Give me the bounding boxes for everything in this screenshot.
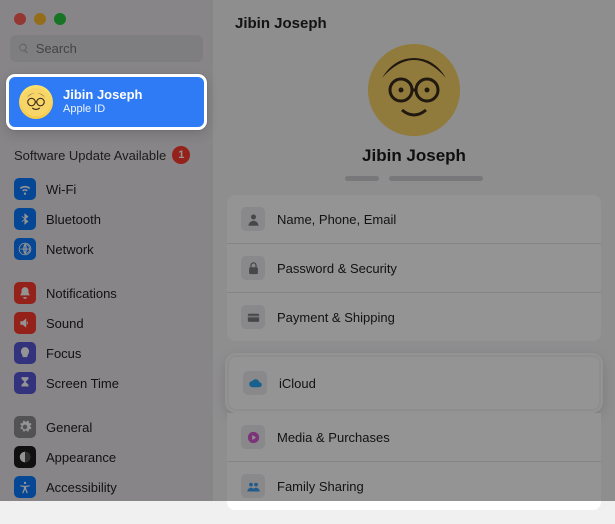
row-label: Password & Security bbox=[277, 261, 397, 276]
row-label: Family Sharing bbox=[277, 479, 364, 494]
wifi-icon bbox=[14, 178, 36, 200]
sidebar: Jibin Joseph Apple ID Software Update Av… bbox=[0, 0, 213, 501]
row-label: Media & Purchases bbox=[277, 430, 390, 445]
update-count-badge: 1 bbox=[172, 146, 190, 164]
appearance-icon bbox=[14, 446, 36, 468]
profile-name: Jibin Joseph bbox=[362, 146, 466, 166]
row-label: Payment & Shipping bbox=[277, 310, 395, 325]
account-name: Jibin Joseph bbox=[63, 88, 142, 103]
sidebar-item-general[interactable]: General bbox=[8, 412, 205, 442]
sidebar-item-wi-fi[interactable]: Wi-Fi bbox=[8, 174, 205, 204]
hourglass-icon bbox=[14, 372, 36, 394]
sidebar-item-network[interactable]: Network bbox=[8, 234, 205, 264]
apple-id-account-card[interactable]: Jibin Joseph Apple ID bbox=[6, 74, 207, 130]
sidebar-item-bluetooth[interactable]: Bluetooth bbox=[8, 204, 205, 234]
profile-placeholder-bars bbox=[345, 176, 483, 181]
settings-row-name-phone-email[interactable]: Name, Phone, Email bbox=[227, 195, 601, 244]
lock-icon bbox=[241, 256, 265, 280]
sidebar-item-label: Notifications bbox=[46, 286, 117, 301]
settings-row-family-sharing[interactable]: Family Sharing bbox=[227, 462, 601, 510]
settings-row-password-security[interactable]: Password & Security bbox=[227, 244, 601, 293]
network-icon bbox=[14, 238, 36, 260]
accessibility-icon bbox=[14, 476, 36, 498]
row-label: Name, Phone, Email bbox=[277, 212, 396, 227]
sidebar-item-focus[interactable]: Focus bbox=[8, 338, 205, 368]
sidebar-item-label: Sound bbox=[46, 316, 84, 331]
profile-block: Jibin Joseph bbox=[213, 36, 615, 195]
account-subtitle: Apple ID bbox=[63, 103, 142, 116]
software-update-row[interactable]: Software Update Available 1 bbox=[0, 138, 213, 174]
row-label: iCloud bbox=[279, 376, 316, 391]
settings-row-icloud[interactable]: iCloud bbox=[227, 355, 601, 411]
sidebar-item-label: Screen Time bbox=[46, 376, 119, 391]
bluetooth-icon bbox=[14, 208, 36, 230]
bell-icon bbox=[14, 282, 36, 304]
window-controls bbox=[0, 0, 213, 35]
avatar bbox=[19, 85, 53, 119]
page-title: Jibin Joseph bbox=[213, 0, 615, 36]
sidebar-item-label: Bluetooth bbox=[46, 212, 101, 227]
software-update-label: Software Update Available bbox=[14, 148, 166, 163]
card-icon bbox=[241, 305, 265, 329]
search-field[interactable] bbox=[10, 35, 203, 62]
profile-avatar[interactable] bbox=[368, 44, 460, 136]
settings-row-payment-shipping[interactable]: Payment & Shipping bbox=[227, 293, 601, 341]
sidebar-item-label: Focus bbox=[46, 346, 81, 361]
media-icon bbox=[241, 425, 265, 449]
person-icon bbox=[241, 207, 265, 231]
fullscreen-window-button[interactable] bbox=[54, 13, 66, 25]
sidebar-item-sound[interactable]: Sound bbox=[8, 308, 205, 338]
search-icon bbox=[18, 42, 30, 55]
minimize-window-button[interactable] bbox=[34, 13, 46, 25]
sidebar-item-notifications[interactable]: Notifications bbox=[8, 278, 205, 308]
sidebar-item-label: Appearance bbox=[46, 450, 116, 465]
sidebar-item-label: Network bbox=[46, 242, 94, 257]
cloud-icon bbox=[243, 371, 267, 395]
sidebar-item-label: Wi-Fi bbox=[46, 182, 76, 197]
focus-icon bbox=[14, 342, 36, 364]
settings-row-media-purchases[interactable]: Media & Purchases bbox=[227, 413, 601, 462]
sidebar-item-screen-time[interactable]: Screen Time bbox=[8, 368, 205, 398]
sidebar-list: Wi-Fi Bluetooth Network Notifications Sound F… bbox=[0, 174, 213, 502]
sidebar-item-label: Accessibility bbox=[46, 480, 117, 495]
sidebar-item-label: General bbox=[46, 420, 92, 435]
sound-icon bbox=[14, 312, 36, 334]
gear-icon bbox=[14, 416, 36, 438]
close-window-button[interactable] bbox=[14, 13, 26, 25]
family-icon bbox=[241, 474, 265, 498]
settings-list: Name, Phone, Email Password & Security Pay… bbox=[213, 195, 615, 524]
sidebar-item-accessibility[interactable]: Accessibility bbox=[8, 472, 205, 502]
main-content: Jibin Joseph Jibin Joseph Name, Phone, E… bbox=[213, 0, 615, 501]
sidebar-item-appearance[interactable]: Appearance bbox=[8, 442, 205, 472]
search-input[interactable] bbox=[36, 41, 195, 56]
